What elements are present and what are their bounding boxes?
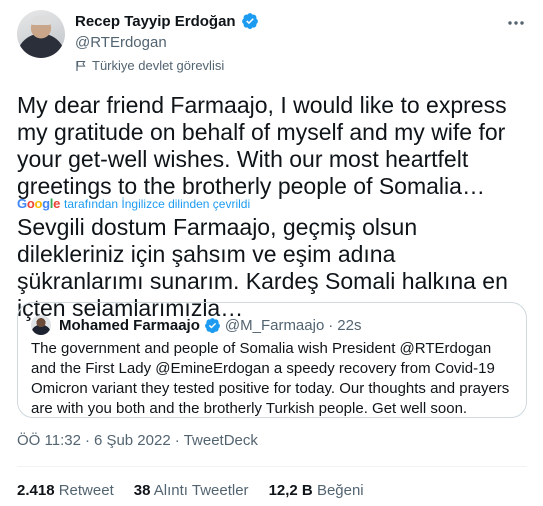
meta-separator: · [84,432,90,449]
translation-attribution: Google tarafından İngilizce dilinden çev… [17,196,250,211]
verified-badge-icon [204,317,220,333]
quoted-author-name[interactable]: Mohamed Farmaajo [59,317,200,334]
tweet-meta: ÖÖ 11:32 · 6 Şub 2022 · TweetDeck [17,432,258,449]
quote-tweets-stat[interactable]: 38 Alıntı Tweetler [134,482,249,499]
quoted-author-handle[interactable]: @M_Farmaajo [225,317,324,334]
author-label: Türkiye devlet görevlisi [75,58,224,73]
quoted-tweet-text: The government and people of Somalia wis… [31,340,510,417]
author-name-row: Recep Tayyip Erdoğan [75,12,259,30]
tweet-time[interactable]: ÖÖ 11:32 [17,432,81,449]
google-logo: Google [17,196,61,211]
author-handle[interactable]: @RTErdogan [75,34,167,51]
more-icon[interactable] [506,13,526,33]
tweet-source[interactable]: TweetDeck [184,432,258,449]
quoted-timestamp[interactable]: 22s [337,317,361,334]
author-avatar[interactable] [17,10,65,58]
author-display-name[interactable]: Recep Tayyip Erdoğan [75,13,236,30]
tweet-stats: 2.418 Retweet 38 Alıntı Tweetler 12,2 B … [17,482,364,499]
quoted-author-avatar[interactable] [31,315,51,335]
verified-badge-icon [241,13,258,30]
tweet-card: Recep Tayyip Erdoğan @RTErdogan Türkiye … [0,0,543,506]
translation-note-link[interactable]: tarafından İngilizce dilinden çevrildi [64,197,250,211]
quoted-tweet-header: Mohamed Farmaajo @M_Farmaajo · 22s [31,315,361,335]
retweets-stat[interactable]: 2.418 Retweet [17,482,114,499]
divider [17,466,527,467]
tweet-translated-text: My dear friend Farmaajo, I would like to… [17,92,507,199]
quoted-separator: · [328,316,334,334]
flag-icon [76,60,86,71]
tweet-date[interactable]: 6 Şub 2022 [94,432,171,449]
quoted-tweet[interactable]: Mohamed Farmaajo @M_Farmaajo · 22s The g… [17,302,527,418]
author-label-text: Türkiye devlet görevlisi [92,58,225,73]
likes-stat[interactable]: 12,2 B Beğeni [269,482,364,499]
meta-separator: · [174,432,180,449]
